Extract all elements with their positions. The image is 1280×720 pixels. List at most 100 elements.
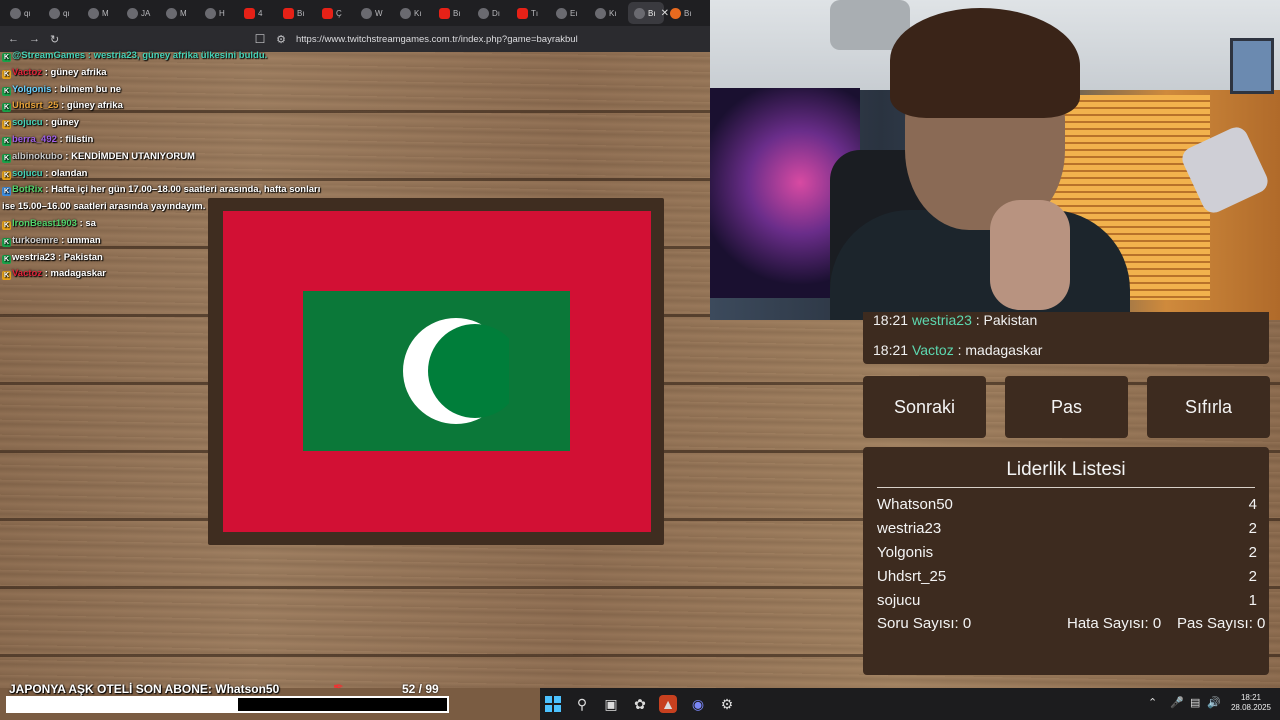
chat-text: ise 15.00–16.00 saatleri arasında yayınd… (2, 201, 206, 213)
chat-time: 18:21 (873, 312, 909, 328)
site-settings-icon[interactable]: ⚙ (272, 33, 290, 46)
back-icon[interactable]: ← (8, 33, 19, 46)
webcam-picture-frame (1230, 38, 1274, 94)
leaderboard-stats: Soru Sayısı: 0 Hata Sayısı: 0 Pas Sayısı… (877, 615, 1266, 632)
globe-icon (478, 7, 489, 19)
search-icon[interactable]: ⚲ (572, 694, 592, 714)
player-name: westria23 (877, 520, 942, 537)
chat-badge-icon: K (2, 187, 11, 197)
chat-message: K Vactoz : güney afrika (2, 65, 342, 82)
chat-text: : madagaskar (42, 268, 107, 280)
chat-message: Kberra_492 : filistin (2, 132, 342, 149)
chat-message: Ksojucu : güney (2, 115, 342, 132)
bookmark-icon[interactable]: ☐ (248, 32, 272, 46)
microphone-icon[interactable]: 🎤 (1170, 696, 1184, 709)
chat-message: Kalbinokubo : KENDİMDEN UTANIYORUM (2, 149, 342, 166)
game-icon (595, 7, 606, 19)
chat-time: 18:21 (873, 342, 909, 358)
player-name: Yolgonis (877, 544, 934, 561)
browser-tab[interactable]: JA (121, 2, 160, 24)
tab-label: JA (141, 8, 151, 18)
webcam-person-hand (990, 200, 1070, 310)
youtube-icon (322, 7, 333, 19)
pass-count: Pas Sayısı: 0 (1177, 615, 1266, 632)
browser-tab[interactable]: Kı (394, 2, 433, 24)
game-chat-row: 18:21 Vactoz : madagaskar (873, 342, 1042, 358)
volume-icon[interactable]: 🔊 (1207, 696, 1221, 709)
discord-icon[interactable]: ◉ (688, 694, 708, 714)
browser-tab[interactable]: Bı (277, 2, 316, 24)
steam-icon[interactable]: ⚙ (717, 694, 737, 714)
browser-tab[interactable]: M (82, 2, 121, 24)
forward-icon[interactable]: → (29, 33, 40, 46)
player-name: Uhdsrt_25 (877, 568, 947, 585)
chat-text: : Pakistan (975, 312, 1038, 328)
browser-tab[interactable]: Bı (433, 2, 472, 24)
chat-text: : umman (58, 234, 101, 246)
player-score: 1 (1248, 592, 1257, 609)
pass-button[interactable]: Pas (1005, 376, 1128, 438)
chat-badge-icon: K (2, 254, 11, 264)
youtube-icon (439, 7, 450, 19)
leaderboard-row: sojucu 1 (877, 592, 1257, 609)
file-explorer-icon[interactable]: ▣ (601, 694, 621, 714)
browser-tab[interactable]: M (160, 2, 199, 24)
chevron-up-icon[interactable]: ⌃ (1148, 696, 1157, 709)
player-score: 2 (1248, 544, 1257, 561)
last-subscriber-label: JAPONYA AŞK OTELİ SON ABONE: Whatson50 (9, 682, 280, 696)
network-icon[interactable]: ▤ (1190, 696, 1200, 709)
browser-tab[interactable]: qı (43, 2, 82, 24)
browser-tab[interactable]: Tı (511, 2, 550, 24)
youtube-icon (517, 7, 528, 19)
game-icon (49, 7, 60, 19)
chat-badge-icon: K (2, 170, 11, 180)
browser-tab[interactable]: Bı (664, 2, 703, 24)
tab-label: M (102, 8, 109, 18)
windows-taskbar: ⚲ ▣ ✿ ▲ ◉ ⚙ ⌃ 🎤 ▤ 🔊 (540, 688, 1280, 720)
browser-tab[interactable]: H (199, 2, 238, 24)
tab-label: M (180, 8, 187, 18)
browser-tab[interactable]: Dı (472, 2, 511, 24)
youtube-icon (244, 7, 255, 19)
crescent-icon (403, 318, 509, 424)
chatgpt-icon[interactable]: ✿ (630, 694, 650, 714)
browser-tab[interactable]: Kı (589, 2, 628, 24)
windows-start-icon[interactable] (543, 694, 563, 714)
browser-tab[interactable]: 4 (238, 2, 277, 24)
next-button[interactable]: Sonraki (863, 376, 986, 438)
brave-browser-icon[interactable]: ▲ (659, 695, 677, 713)
browser-tab[interactable]: Bı ✕ (628, 2, 669, 24)
game-icon (634, 7, 645, 19)
reload-icon[interactable]: ↻ (50, 33, 59, 46)
taskbar-clock[interactable]: 18:21 28.08.2025 (1226, 693, 1276, 713)
reset-button[interactable]: Sıfırla (1147, 376, 1270, 438)
browser-tab-bar: qı qı M JA M H 4 Bı Ç W Kı Bı Dı Tı Eı Kı Bı ✕ Bı (0, 0, 710, 26)
chat-text: : Pakistan (55, 251, 103, 263)
chat-badge-icon: K (2, 53, 11, 62)
error-count: Hata Sayısı: 0 (1067, 615, 1162, 632)
game-chat-row: 18:21 westria23 : Pakistan (873, 312, 1037, 328)
chat-text: : KENDİMDEN UTANIYORUM (62, 150, 195, 162)
browser-tab[interactable]: Eı (550, 2, 589, 24)
tab-label: qı (63, 8, 70, 18)
leaderboard-row: Uhdsrt_25 2 (877, 568, 1257, 585)
chat-text: : sa (76, 217, 96, 229)
globe-icon (127, 7, 138, 19)
browser-tab[interactable]: Ç (316, 2, 355, 24)
youtube-icon (283, 7, 294, 19)
chat-badge-icon: K (2, 120, 11, 130)
chat-text: : güney (42, 117, 80, 129)
browser-tab[interactable]: qı (4, 2, 43, 24)
chat-username: berra_492 (12, 133, 57, 145)
chat-text: : filistin (56, 133, 94, 145)
browser-tab[interactable]: W (355, 2, 394, 24)
nav-buttons: ← → ↻ (8, 33, 248, 46)
chat-username: albinokubo (12, 150, 63, 162)
chat-user: Vactoz (911, 342, 954, 358)
leaderboard-row: Yolgonis 2 (877, 544, 1257, 561)
chat-username: Yolgonis (12, 83, 52, 95)
globe-icon (88, 7, 99, 19)
chat-username: IronBeast1903 (12, 217, 77, 229)
player-name: sojucu (877, 592, 921, 609)
address-input[interactable]: https://www.twitchstreamgames.com.tr/ind… (296, 34, 578, 45)
